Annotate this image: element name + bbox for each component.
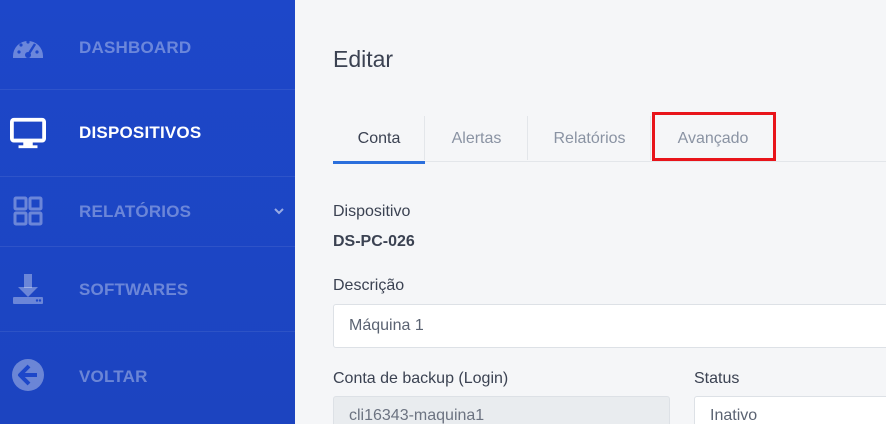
sidebar-item-label: VOLTAR (79, 367, 148, 386)
status-select[interactable] (694, 396, 886, 424)
dispositivo-label: Dispositivo (333, 203, 411, 220)
tab-alertas[interactable]: Alertas (425, 116, 528, 162)
sidebar-item-label: DISPOSITIVOS (79, 123, 202, 142)
sidebar-item-label: RELATÓRIOS (79, 202, 192, 221)
status-label: Status (694, 370, 740, 387)
chevron-down-icon[interactable] (272, 204, 286, 218)
sidebar: DASHBOARD DISPOSITIVOS RELATÓRIOS SOFTWA… (0, 0, 295, 424)
monitor-icon (10, 115, 46, 151)
sidebar-item-dispositivos[interactable]: DISPOSITIVOS (0, 90, 295, 177)
sidebar-item-relatorios[interactable]: RELATÓRIOS (0, 177, 295, 247)
sidebar-item-label: DASHBOARD (79, 38, 192, 57)
tab-conta[interactable]: Conta (333, 116, 425, 164)
page-title: Editar (333, 46, 394, 72)
dashboard-gauge-icon (10, 30, 46, 66)
arrow-left-circle-icon (10, 357, 46, 393)
backup-login-label: Conta de backup (Login) (333, 370, 509, 387)
sidebar-item-voltar[interactable]: VOLTAR (0, 332, 295, 424)
dispositivo-value: DS-PC-026 (333, 233, 415, 250)
sidebar-item-softwares[interactable]: SOFTWARES (0, 247, 295, 332)
sidebar-item-dashboard[interactable]: DASHBOARD (0, 0, 295, 90)
grid-icon (10, 193, 46, 229)
tab-relatorios[interactable]: Relatórios (528, 116, 651, 162)
sidebar-item-label: SOFTWARES (79, 280, 189, 299)
main-content: Editar Conta Alertas Relatórios Avançado… (295, 0, 886, 424)
backup-login-input (333, 396, 670, 424)
download-icon (10, 271, 46, 307)
descricao-label: Descrição (333, 277, 405, 294)
tab-bar: Conta Alertas Relatórios Avançado (333, 116, 886, 164)
descricao-input[interactable] (333, 304, 886, 348)
tab-avancado[interactable]: Avançado (651, 116, 775, 162)
